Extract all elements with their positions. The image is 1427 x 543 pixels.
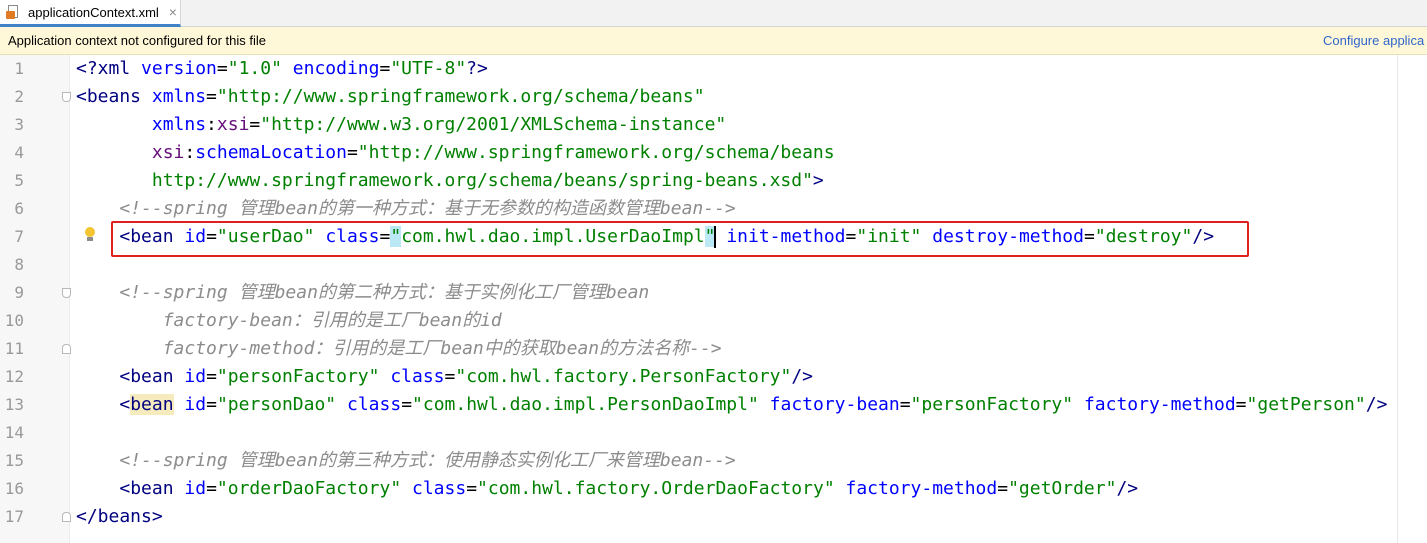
right-margin-guide	[1397, 55, 1398, 543]
line-number: 1	[14, 59, 24, 78]
code-line-6[interactable]: <!--spring 管理bean的第一种方式：基于无参数的构造函数管理bean…	[76, 195, 735, 223]
close-icon[interactable]: ×	[169, 4, 177, 20]
line-number: 2	[14, 87, 24, 106]
line-number: 14	[4, 423, 24, 442]
line-number: 9	[14, 283, 24, 302]
tab-applicationcontext-xml[interactable]: applicationContext.xml ×	[0, 0, 181, 27]
code-line-9[interactable]: <!--spring 管理bean的第二种方式：基于实例化工厂管理bean	[76, 279, 649, 307]
line-number: 4	[14, 143, 24, 162]
line-number: 16	[4, 479, 24, 498]
line-number: 17	[4, 507, 24, 526]
code-line-1[interactable]: <?xml version="1.0" encoding="UTF-8"?>	[76, 55, 488, 83]
xml-file-icon	[6, 4, 22, 20]
code-line-11[interactable]: factory-method：引用的是工厂bean中的获取bean的方法名称--…	[76, 335, 722, 363]
code-line-4[interactable]: xsi:schemaLocation="http://www.springfra…	[76, 139, 835, 167]
line-number: 11	[4, 339, 24, 358]
annotation-highlight-box	[111, 221, 1249, 257]
configure-application-context-link[interactable]: Configure applica	[1323, 33, 1424, 48]
editor-gutter: 1 2 3 4 5 6 7 8 9 10 11 12 13 14 15 16 1…	[0, 55, 69, 543]
fold-marker-icon[interactable]	[62, 92, 71, 102]
code-line-3[interactable]: xmlns:xsi="http://www.w3.org/2001/XMLSch…	[76, 111, 726, 139]
notification-message: Application context not configured for t…	[8, 33, 266, 48]
line-number: 5	[14, 171, 24, 190]
code-line-12[interactable]: <bean id="personFactory" class="com.hwl.…	[76, 363, 813, 391]
fold-marker-icon[interactable]	[62, 288, 71, 298]
fold-marker-icon[interactable]	[62, 512, 71, 522]
line-number: 7	[14, 227, 24, 246]
gutter-separator	[69, 55, 70, 543]
code-line-13[interactable]: <bean id="personDao" class="com.hwl.dao.…	[76, 391, 1387, 419]
notification-banner: Application context not configured for t…	[0, 27, 1427, 55]
line-number: 15	[4, 451, 24, 470]
code-line-17[interactable]: </beans>	[76, 503, 163, 531]
code-line-2[interactable]: <beans xmlns="http://www.springframework…	[76, 83, 705, 111]
line-number: 13	[4, 395, 24, 414]
line-number: 3	[14, 115, 24, 134]
code-line-15[interactable]: <!--spring 管理bean的第三种方式：使用静态实例化工厂来管理bean…	[76, 447, 735, 475]
line-number: 10	[4, 311, 24, 330]
fold-marker-icon[interactable]	[62, 344, 71, 354]
tab-title: applicationContext.xml	[28, 4, 159, 20]
line-number: 8	[14, 255, 24, 274]
editor-tab-bar: applicationContext.xml ×	[0, 0, 1427, 27]
code-line-5[interactable]: http://www.springframework.org/schema/be…	[76, 167, 824, 195]
code-line-16[interactable]: <bean id="orderDaoFactory" class="com.hw…	[76, 475, 1138, 503]
line-number: 6	[14, 199, 24, 218]
line-number: 12	[4, 367, 24, 386]
code-line-10[interactable]: factory-bean：引用的是工厂bean的id	[76, 307, 502, 335]
